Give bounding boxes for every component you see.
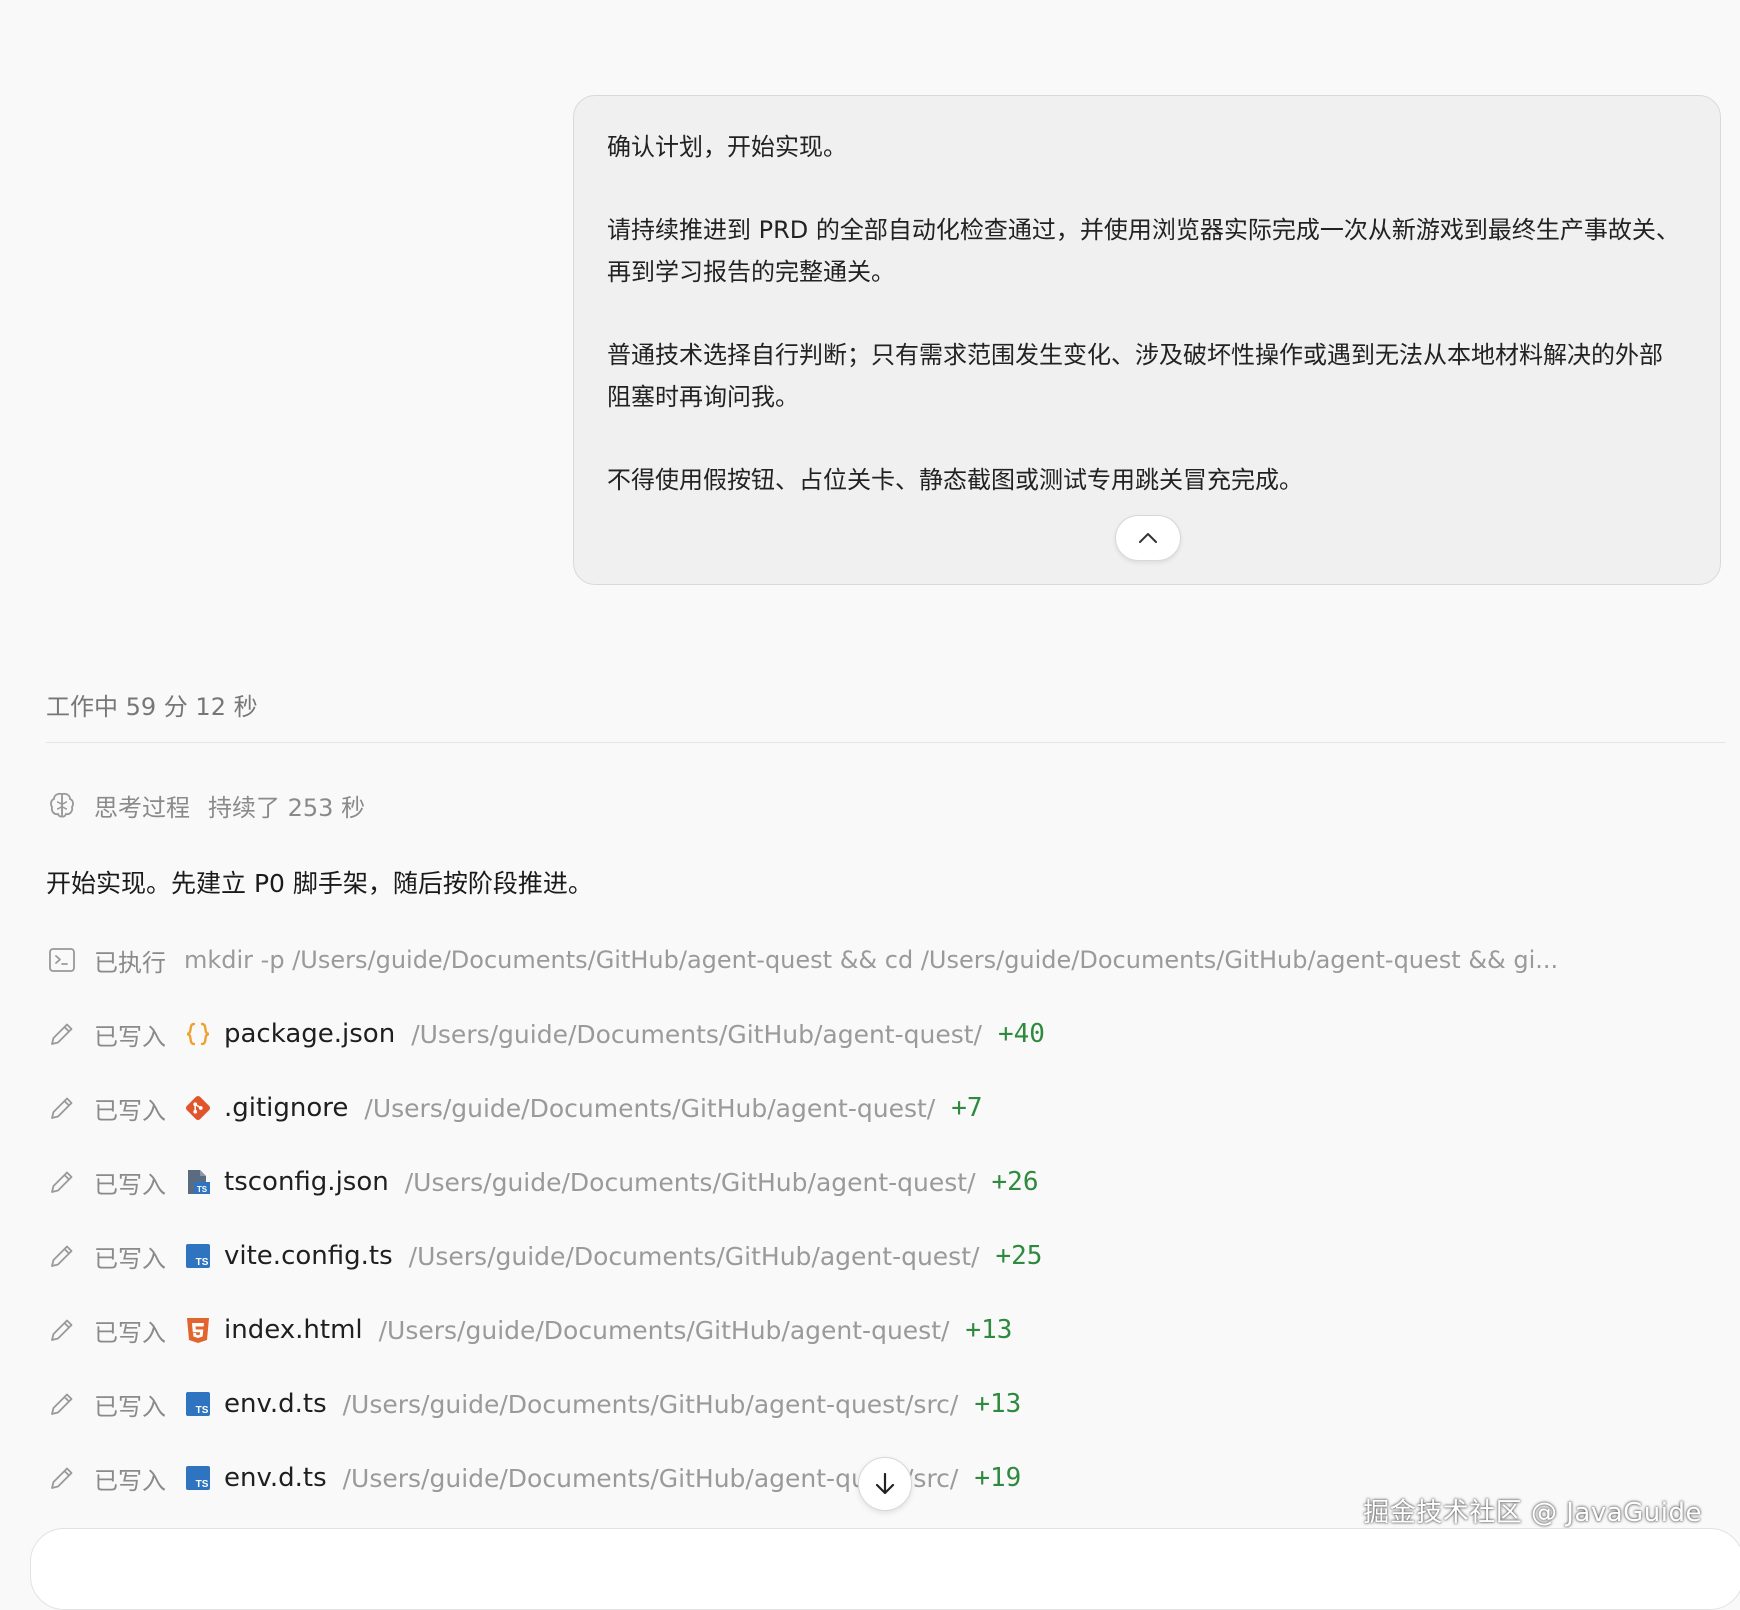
written-label: 已写入 bbox=[94, 1096, 166, 1125]
svg-text:TS: TS bbox=[197, 1185, 208, 1194]
typescript-icon: TS bbox=[186, 1392, 210, 1416]
diff-count: +13 bbox=[965, 1315, 1013, 1345]
terminal-icon bbox=[49, 948, 75, 972]
typescript-icon: TS bbox=[186, 1466, 210, 1490]
command-text: mkdir -p /Users/guide/Documents/GitHub/a… bbox=[184, 946, 1559, 974]
assistant-message: 开始实现。先建立 P0 脚手架，随后按阶段推进。 bbox=[46, 869, 593, 898]
watermark: 掘金技术社区 @ JavaGuide bbox=[1363, 1498, 1702, 1528]
tsconfig-icon: TS bbox=[188, 1170, 210, 1194]
file-path: /Users/guide/Documents/GitHub/agent-ques… bbox=[408, 1241, 980, 1271]
written-label: 已写入 bbox=[94, 1392, 166, 1421]
user-message-paragraph: 普通技术选择自行判断；只有需求范围发生变化、涉及破坏性操作或遇到无法从本地材料解… bbox=[607, 341, 1663, 411]
diff-count: +40 bbox=[997, 1019, 1045, 1049]
thinking-duration: 持续了 253 秒 bbox=[208, 793, 366, 822]
pencil-icon bbox=[51, 1319, 73, 1341]
diff-count: +25 bbox=[995, 1241, 1043, 1271]
file-write-row[interactable]: 已写入 package.json /Users/guide/Documents/… bbox=[46, 1012, 1045, 1056]
pencil-icon bbox=[51, 1171, 73, 1193]
file-path: /Users/guide/Documents/GitHub/agent-ques… bbox=[378, 1315, 950, 1345]
user-message-paragraph: 请持续推进到 PRD 的全部自动化检查通过，并使用浏览器实际完成一次从新游戏到最… bbox=[607, 216, 1680, 286]
typescript-icon: TS bbox=[186, 1244, 210, 1268]
pencil-icon bbox=[51, 1467, 73, 1489]
svg-text:TS: TS bbox=[196, 1479, 209, 1490]
json-braces-icon bbox=[186, 1022, 210, 1046]
written-label: 已写入 bbox=[94, 1244, 166, 1273]
user-message-paragraph: 不得使用假按钮、占位关卡、静态截图或测试专用跳关冒充完成。 bbox=[607, 466, 1303, 494]
file-write-row[interactable]: 已写入 TS tsconfig.json /Users/guide/Docume… bbox=[46, 1160, 1039, 1204]
thinking-label: 思考过程 bbox=[94, 793, 190, 822]
html5-icon bbox=[187, 1318, 209, 1343]
collapse-message-button[interactable] bbox=[1115, 515, 1181, 561]
work-status: 工作中 59 分 12 秒 bbox=[46, 693, 258, 721]
svg-text:TS: TS bbox=[196, 1405, 209, 1416]
pencil-icon bbox=[51, 1393, 73, 1415]
diff-count: +26 bbox=[991, 1167, 1039, 1197]
thinking-process-toggle[interactable]: 思考过程 持续了 253 秒 bbox=[46, 785, 365, 825]
file-write-row[interactable]: 已写入 index.html /Users/guide/Documents/Gi… bbox=[46, 1308, 1012, 1352]
scroll-to-bottom-button[interactable] bbox=[858, 1457, 912, 1511]
pencil-icon bbox=[51, 1245, 73, 1267]
written-label: 已写入 bbox=[94, 1170, 166, 1199]
executed-label: 已执行 bbox=[94, 948, 166, 977]
file-write-row[interactable]: 已写入 TS env.d.ts /Users/guide/Documents/G… bbox=[46, 1382, 1021, 1426]
file-write-row[interactable]: 已写入 TS vite.config.ts /Users/guide/Docum… bbox=[46, 1234, 1042, 1278]
file-name: index.html bbox=[224, 1315, 363, 1345]
file-path: /Users/guide/Documents/GitHub/agent-ques… bbox=[411, 1019, 982, 1049]
arrow-down-icon bbox=[875, 1472, 895, 1495]
executed-command-row[interactable]: 已执行 mkdir -p /Users/guide/Documents/GitH… bbox=[46, 938, 1664, 982]
file-name: tsconfig.json bbox=[224, 1167, 389, 1197]
diff-count: +19 bbox=[974, 1463, 1022, 1493]
brain-icon bbox=[50, 792, 74, 818]
svg-text:TS: TS bbox=[196, 1257, 209, 1268]
pencil-icon bbox=[51, 1097, 73, 1119]
diff-count: +7 bbox=[951, 1093, 983, 1123]
file-path: /Users/guide/Documents/GitHub/agent-ques… bbox=[404, 1167, 976, 1197]
file-name: package.json bbox=[224, 1019, 396, 1049]
written-label: 已写入 bbox=[94, 1466, 166, 1495]
file-path: /Users/guide/Documents/GitHub/agent-ques… bbox=[364, 1093, 936, 1123]
written-label: 已写入 bbox=[94, 1022, 166, 1051]
chevron-up-icon bbox=[1139, 533, 1157, 543]
user-message-paragraph: 确认计划，开始实现。 bbox=[607, 133, 847, 161]
git-icon bbox=[185, 1095, 211, 1121]
written-label: 已写入 bbox=[94, 1318, 166, 1347]
pencil-icon bbox=[51, 1023, 73, 1045]
user-message-bubble: 确认计划，开始实现。 请持续推进到 PRD 的全部自动化检查通过，并使用浏览器实… bbox=[573, 95, 1721, 585]
message-composer[interactable] bbox=[30, 1528, 1740, 1610]
divider bbox=[46, 742, 1726, 743]
file-name: .gitignore bbox=[224, 1093, 349, 1123]
file-path: /Users/guide/Documents/GitHub/agent-ques… bbox=[342, 1389, 959, 1419]
file-name: env.d.ts bbox=[224, 1389, 327, 1419]
file-name: vite.config.ts bbox=[224, 1241, 393, 1271]
file-name: env.d.ts bbox=[224, 1463, 327, 1493]
file-write-row[interactable]: 已写入 .gitignore /Users/guide/Documents/Gi… bbox=[46, 1086, 983, 1130]
diff-count: +13 bbox=[974, 1389, 1022, 1419]
